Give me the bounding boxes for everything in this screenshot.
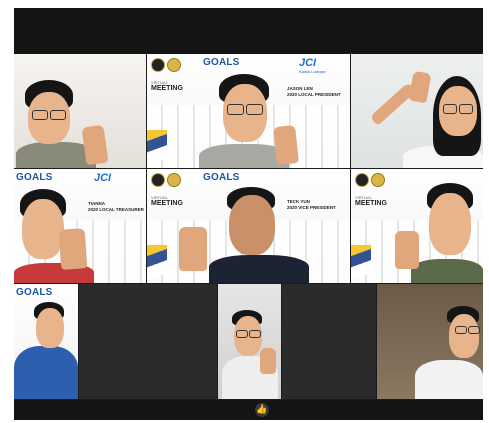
meeting-text: MEETING [151, 85, 183, 92]
video-tile-3[interactable] [351, 54, 483, 168]
jci-logo: JCI Kuala Lumpur [299, 57, 326, 74]
sdg-goals-text: GOALS [203, 57, 240, 68]
sdg-goals-text: GOALS [16, 172, 53, 183]
jci-subtext: Kuala Lumpur [299, 69, 326, 74]
badge-icon [355, 173, 369, 187]
meeting-label: VIRTUAL MEETING [151, 80, 183, 92]
video-tile-tianna[interactable]: GOALS JCI TIANNA 2020 LOCAL TREASURER [14, 169, 146, 283]
participant-role: 2020 LOCAL TREASURER [88, 207, 144, 212]
participant-name: TECK YUN [287, 199, 310, 204]
video-tile-7[interactable]: GOALS [14, 284, 78, 399]
sdg-logo: GOALS [203, 172, 240, 183]
video-tile-11[interactable] [377, 284, 483, 399]
sdg-logo: GOALS [16, 287, 53, 298]
participant-name: TIANNA [88, 201, 105, 206]
meeting-label: VIRTUAL MEETING [355, 195, 387, 207]
badge-icon [151, 173, 165, 187]
video-tile-active-speaker[interactable]: GOALS JCI Kuala Lumpur VIRTUAL MEETING J… [147, 54, 350, 168]
badge-icon [151, 58, 165, 72]
participant-name: JASON LEN [287, 86, 313, 91]
sdg-goals-text: GOALS [203, 172, 240, 183]
sdg-logo: GOALS [16, 172, 53, 183]
video-tile-6[interactable]: VIRTUAL MEETING [351, 169, 483, 283]
bottom-bar: 👍 [14, 400, 483, 420]
participant-caption: TECK YUN 2020 VICE PRESIDENT [287, 199, 336, 211]
video-call-window: GOALS JCI Kuala Lumpur VIRTUAL MEETING J… [14, 8, 483, 420]
video-tile-teck-yun[interactable]: GOALS VIRTUAL MEETING TECK YUN 2020 VICE… [147, 169, 350, 283]
sdg-goals-text: GOALS [16, 287, 53, 298]
meeting-text: MEETING [355, 200, 387, 207]
thumbs-up-icon[interactable]: 👍 [255, 403, 269, 417]
jci-text: JCI [94, 172, 112, 184]
jci-logo: JCI [94, 172, 111, 184]
video-tile-off-2[interactable] [282, 284, 376, 399]
participant-role: 2020 LOCAL PRESIDENT [287, 92, 341, 97]
award-icon [371, 173, 385, 187]
video-tile-9[interactable] [218, 284, 281, 399]
video-tile-off[interactable] [79, 284, 217, 399]
video-tile-1[interactable] [14, 54, 146, 168]
award-icon [167, 173, 181, 187]
participant-caption: TIANNA 2020 LOCAL TREASURER [88, 201, 144, 213]
award-icon [167, 58, 181, 72]
participant-caption: JASON LEN 2020 LOCAL PRESIDENT [287, 86, 341, 98]
sdg-logo: GOALS [203, 57, 240, 68]
meeting-text: MEETING [151, 200, 183, 207]
participant-role: 2020 VICE PRESIDENT [287, 205, 336, 210]
jci-text: JCI [299, 57, 317, 69]
meeting-label: VIRTUAL MEETING [151, 195, 183, 207]
top-bar [14, 8, 483, 54]
